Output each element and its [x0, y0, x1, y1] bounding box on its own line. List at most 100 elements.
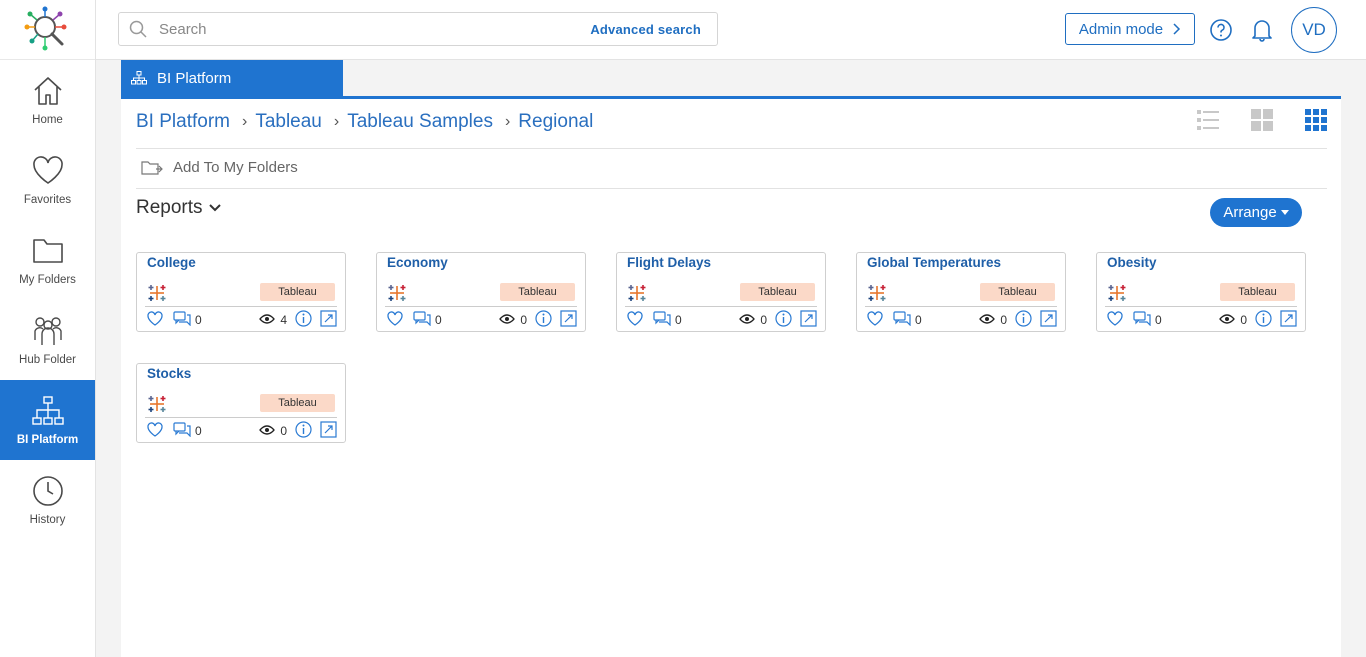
home-icon [31, 74, 65, 114]
info-icon[interactable] [535, 310, 552, 330]
eye-icon [259, 313, 276, 327]
tableau-logo-icon [867, 283, 887, 308]
report-title[interactable]: Flight Delays [627, 255, 711, 270]
add-to-my-folders-label: Add To My Folders [173, 159, 298, 176]
chevron-right-icon: › [241, 113, 248, 130]
folder-icon [31, 234, 65, 274]
comment-count: 0 [675, 313, 682, 327]
heart-icon [31, 154, 65, 194]
report-actions: 00 [867, 310, 1057, 330]
open-external-icon[interactable] [1280, 310, 1297, 330]
favorite-heart-icon[interactable] [387, 311, 403, 329]
search-input[interactable] [159, 20, 591, 38]
report-card[interactable]: Global Temperatures Tableau 0 0 [856, 252, 1066, 332]
people-icon [31, 314, 65, 354]
comment-icon[interactable] [653, 311, 671, 329]
report-card[interactable]: Obesity Tableau 0 0 [1096, 252, 1306, 332]
sidebar-item-history[interactable]: History [0, 460, 95, 540]
eye-icon [259, 424, 276, 438]
divider [1105, 306, 1297, 307]
chevron-right-icon: › [504, 113, 511, 130]
sidebar-item-home[interactable]: Home [0, 60, 95, 140]
info-icon[interactable] [295, 421, 312, 441]
tile-view-icon[interactable] [1305, 109, 1327, 131]
comment-icon[interactable] [173, 311, 191, 329]
open-external-icon[interactable] [320, 310, 337, 330]
favorite-heart-icon[interactable] [627, 311, 643, 329]
divider [136, 188, 1327, 189]
user-avatar[interactable]: VD [1291, 7, 1337, 53]
comment-icon[interactable] [173, 422, 191, 440]
comment-icon[interactable] [413, 311, 431, 329]
report-actions: 00 [627, 310, 817, 330]
sidebar-item-hub-folder[interactable]: Hub Folder [0, 300, 95, 380]
favorite-heart-icon[interactable] [1107, 311, 1123, 329]
arrange-button[interactable]: Arrange [1210, 198, 1302, 227]
report-title[interactable]: College [147, 255, 196, 270]
favorite-heart-icon[interactable] [147, 311, 163, 329]
reports-title: Reports [136, 197, 203, 218]
sidebar: Home Favorites My Folders Hub Folder BI Plat… [0, 0, 96, 657]
report-title[interactable]: Economy [387, 255, 448, 270]
hierarchy-icon [31, 394, 65, 434]
sidebar-item-label: BI Platform [16, 434, 79, 446]
sidebar-item-label: Favorites [23, 194, 72, 206]
breadcrumb-item[interactable]: Regional [518, 111, 593, 133]
comment-icon[interactable] [1133, 311, 1151, 329]
breadcrumb-item[interactable]: Tableau Samples [347, 111, 493, 133]
arrange-label: Arrange [1223, 204, 1277, 221]
tab-strip: BI Platform [121, 60, 1341, 99]
view-count: 4 [280, 313, 287, 327]
open-external-icon[interactable] [1040, 310, 1057, 330]
info-icon[interactable] [775, 310, 792, 330]
report-title[interactable]: Stocks [147, 366, 191, 381]
info-icon[interactable] [1255, 310, 1272, 330]
report-card[interactable]: Economy Tableau 0 0 [376, 252, 586, 332]
open-external-icon[interactable] [320, 421, 337, 441]
info-icon[interactable] [1015, 310, 1032, 330]
admin-mode-button[interactable]: Admin mode [1065, 13, 1195, 45]
folder-add-icon [141, 160, 163, 175]
breadcrumb-item[interactable]: Tableau [255, 111, 322, 133]
report-card[interactable]: Stocks Tableau 0 0 [136, 363, 346, 443]
tab-bi-platform[interactable]: BI Platform [121, 60, 343, 96]
help-icon[interactable] [1209, 18, 1233, 42]
report-actions: 00 [387, 310, 577, 330]
favorite-heart-icon[interactable] [867, 311, 883, 329]
breadcrumb: BI Platform › Tableau › Tableau Samples … [136, 111, 593, 133]
caret-down-icon [1280, 210, 1289, 215]
sidebar-item-bi-platform[interactable]: BI Platform [0, 380, 95, 460]
eye-icon [499, 313, 516, 327]
report-type-badge: Tableau [740, 283, 815, 301]
reports-dropdown[interactable]: Reports [136, 197, 221, 219]
favorite-heart-icon[interactable] [147, 422, 163, 440]
open-external-icon[interactable] [560, 310, 577, 330]
chevron-down-icon [208, 204, 221, 212]
logo-icon [24, 6, 66, 50]
tableau-logo-icon [147, 394, 167, 419]
search-icon [129, 20, 147, 38]
comment-count: 0 [915, 313, 922, 327]
divider [865, 306, 1057, 307]
top-bar: Advanced search Admin mode VD [96, 0, 1366, 60]
advanced-search-link[interactable]: Advanced search [590, 22, 701, 37]
report-type-badge: Tableau [1220, 283, 1295, 301]
report-title[interactable]: Obesity [1107, 255, 1157, 270]
report-card[interactable]: College Tableau 0 4 [136, 252, 346, 332]
chevron-right-icon: › [333, 113, 340, 130]
sidebar-item-my-folders[interactable]: My Folders [0, 220, 95, 300]
breadcrumb-item[interactable]: BI Platform [136, 111, 230, 133]
bell-icon[interactable] [1250, 17, 1274, 43]
add-to-my-folders-button[interactable]: Add To My Folders [141, 159, 298, 176]
open-external-icon[interactable] [800, 310, 817, 330]
report-title[interactable]: Global Temperatures [867, 255, 1001, 270]
divider [145, 417, 337, 418]
report-actions: 00 [1107, 310, 1297, 330]
grid-view-icon[interactable] [1251, 109, 1273, 131]
info-icon[interactable] [295, 310, 312, 330]
comment-icon[interactable] [893, 311, 911, 329]
list-view-icon[interactable] [1197, 109, 1219, 131]
sidebar-item-favorites[interactable]: Favorites [0, 140, 95, 220]
app-logo[interactable] [0, 0, 95, 60]
report-card[interactable]: Flight Delays Tableau 0 0 [616, 252, 826, 332]
